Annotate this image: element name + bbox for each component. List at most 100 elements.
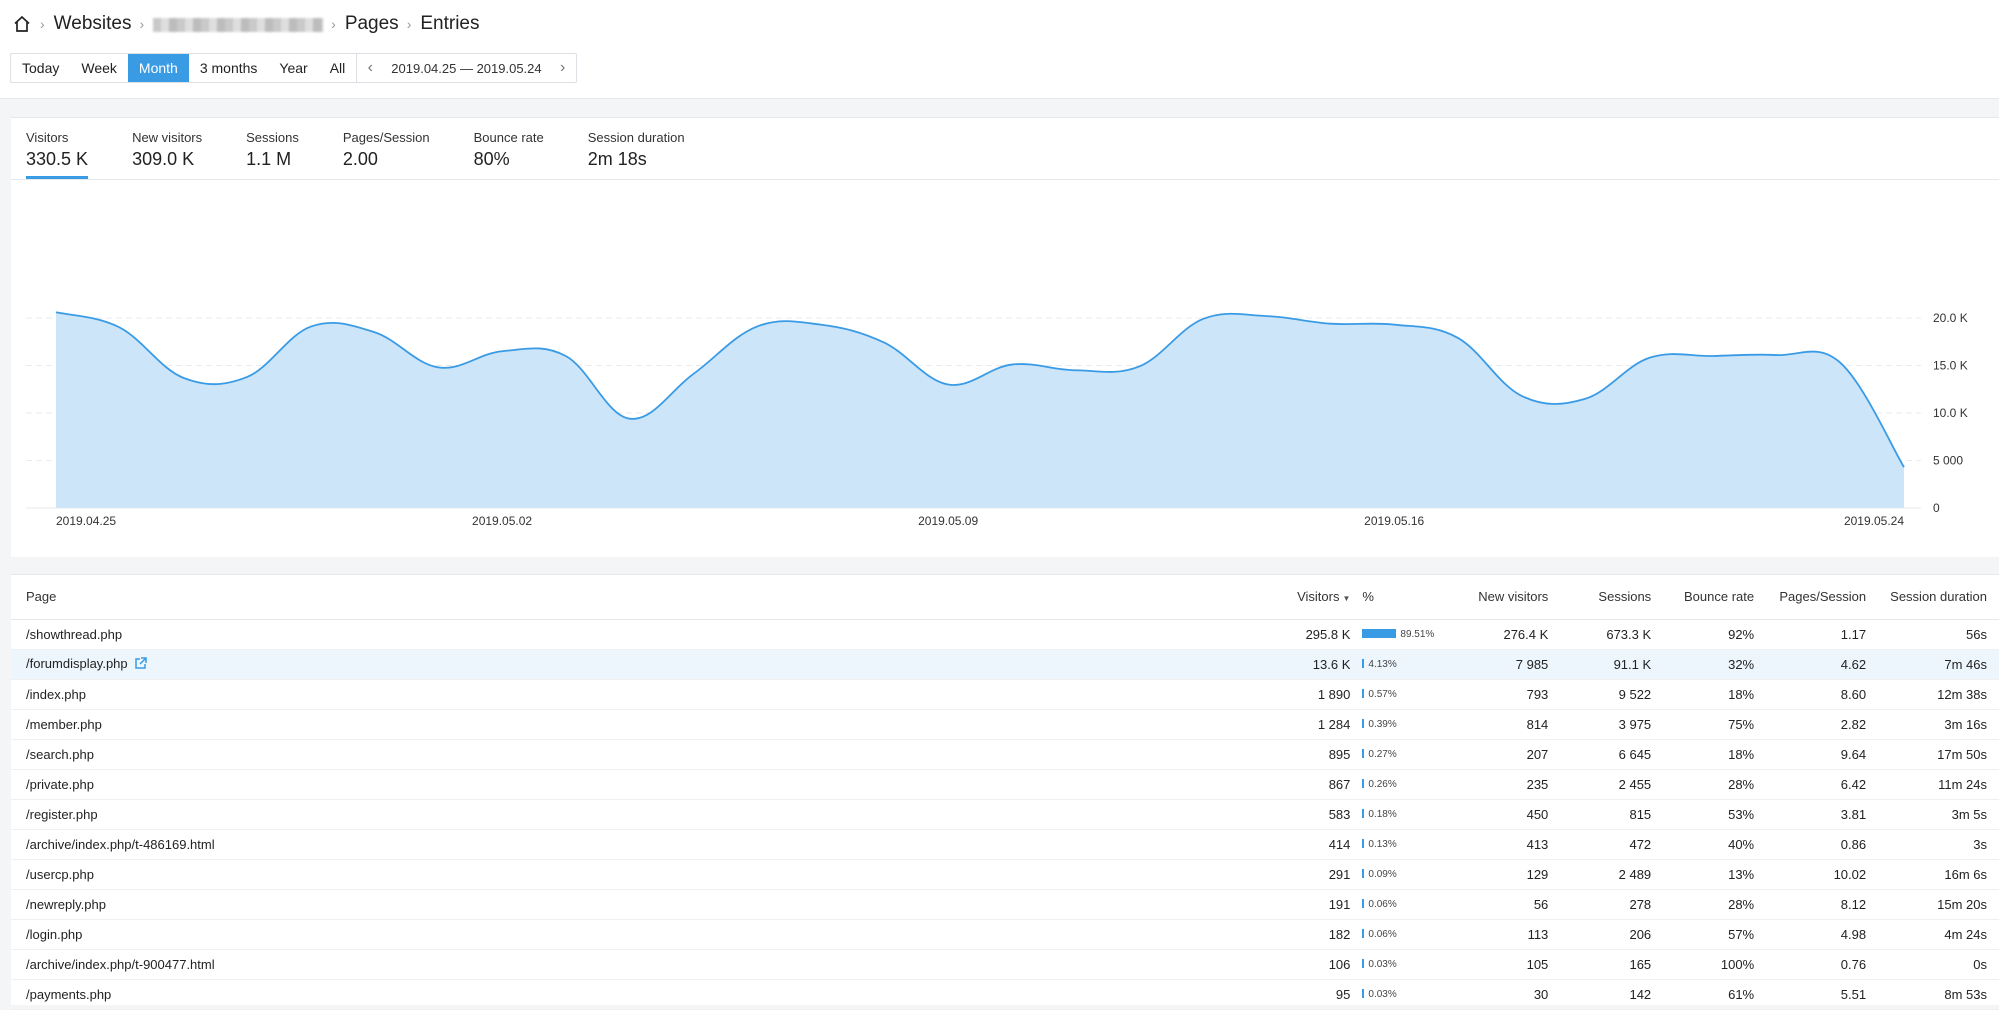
cell-page[interactable]: /login.php	[11, 919, 1276, 949]
table-row[interactable]: /showthread.php295.8 K89.51%276.4 K673.3…	[11, 619, 1999, 649]
page-link[interactable]: /archive/index.php/t-486169.html	[26, 837, 215, 852]
cell-percent: 0.57%	[1362, 679, 1456, 709]
metric-pages-session[interactable]: Pages/Session 2.00	[343, 130, 430, 178]
table-row[interactable]: /usercp.php2910.09%1292 48913%10.0216m 6…	[11, 859, 1999, 889]
period-year[interactable]: Year	[268, 54, 318, 82]
cell-pages-session: 1.17	[1766, 619, 1878, 649]
cell-page[interactable]: /archive/index.php/t-486169.html	[11, 829, 1276, 859]
col-percent[interactable]: %	[1362, 575, 1456, 619]
cell-new-visitors: 105	[1456, 949, 1560, 979]
table-row[interactable]: /search.php8950.27%2076 64518%9.6417m 50…	[11, 739, 1999, 769]
table-row[interactable]: /forumdisplay.php13.6 K4.13%7 98591.1 K3…	[11, 649, 1999, 679]
table-header-row: Page Visitors▼ % New visitors Sessions B…	[11, 575, 1999, 619]
cell-visitors: 583	[1276, 799, 1362, 829]
metric-label: Session duration	[588, 130, 685, 145]
metric-value: 2m 18s	[588, 149, 685, 170]
page-link[interactable]: /index.php	[26, 687, 86, 702]
table-row[interactable]: /archive/index.php/t-486169.html4140.13%…	[11, 829, 1999, 859]
metric-visitors[interactable]: Visitors 330.5 K	[26, 130, 88, 178]
period-month[interactable]: Month	[128, 54, 189, 82]
page-link[interactable]: /register.php	[26, 807, 98, 822]
chevron-left-icon[interactable]: ‹	[357, 59, 383, 77]
col-pages-session[interactable]: Pages/Session	[1766, 575, 1878, 619]
breadcrumb-websites[interactable]: Websites	[54, 13, 132, 35]
breadcrumb-site-redacted[interactable]	[153, 18, 323, 32]
table-row[interactable]: /archive/index.php/t-900477.html1060.03%…	[11, 949, 1999, 979]
page-link[interactable]: /newreply.php	[26, 897, 106, 912]
metric-session-duration[interactable]: Session duration 2m 18s	[588, 130, 685, 178]
cell-percent: 0.09%	[1362, 859, 1456, 889]
page-link[interactable]: /payments.php	[26, 987, 111, 1002]
cell-pages-session: 0.86	[1766, 829, 1878, 859]
breadcrumb: › Websites › › Pages › Entries	[12, 10, 480, 38]
page-link[interactable]: /search.php	[26, 747, 94, 762]
page-link[interactable]: /private.php	[26, 777, 94, 792]
table-row[interactable]: /register.php5830.18%45081553%3.813m 5s	[11, 799, 1999, 829]
external-link-icon[interactable]	[134, 657, 147, 673]
home-icon[interactable]	[12, 14, 32, 34]
table-row[interactable]: /index.php1 8900.57%7939 52218%8.6012m 3…	[11, 679, 1999, 709]
cell-page[interactable]: /member.php	[11, 709, 1276, 739]
period-3-months[interactable]: 3 months	[189, 54, 269, 82]
metric-sessions[interactable]: Sessions 1.1 M	[246, 130, 299, 178]
cell-page[interactable]: /showthread.php	[11, 619, 1276, 649]
cell-page[interactable]: /private.php	[11, 769, 1276, 799]
table-row[interactable]: /private.php8670.26%2352 45528%6.4211m 2…	[11, 769, 1999, 799]
page-link[interactable]: /showthread.php	[26, 627, 122, 642]
percent-text: 0.39%	[1368, 719, 1396, 730]
cell-page[interactable]: /forumdisplay.php	[11, 649, 1276, 679]
cell-sessions: 815	[1560, 799, 1663, 829]
period-today[interactable]: Today	[11, 54, 70, 82]
breadcrumb-pages[interactable]: Pages	[345, 13, 399, 35]
col-new-visitors[interactable]: New visitors	[1456, 575, 1560, 619]
metric-label: Visitors	[26, 130, 88, 145]
cell-page[interactable]: /newreply.php	[11, 889, 1276, 919]
date-range-nav: ‹ 2019.04.25 — 2019.05.24 ›	[356, 54, 575, 82]
col-visitors-label: Visitors	[1297, 589, 1339, 604]
cell-new-visitors: 814	[1456, 709, 1560, 739]
col-page[interactable]: Page	[11, 575, 1276, 619]
page-link[interactable]: /usercp.php	[26, 867, 94, 882]
percent-bar	[1362, 839, 1364, 848]
metric-label: Pages/Session	[343, 130, 430, 145]
col-session-duration[interactable]: Session duration	[1878, 575, 1999, 619]
col-bounce-rate[interactable]: Bounce rate	[1663, 575, 1766, 619]
metric-bounce-rate[interactable]: Bounce rate 80%	[474, 130, 544, 178]
cell-page[interactable]: /archive/index.php/t-900477.html	[11, 949, 1276, 979]
cell-sessions: 278	[1560, 889, 1663, 919]
cell-visitors: 895	[1276, 739, 1362, 769]
page-link[interactable]: /archive/index.php/t-900477.html	[26, 957, 215, 972]
cell-visitors: 291	[1276, 859, 1362, 889]
cell-page[interactable]: /usercp.php	[11, 859, 1276, 889]
period-week[interactable]: Week	[70, 54, 128, 82]
entries-table-panel: Page Visitors▼ % New visitors Sessions B…	[11, 574, 1999, 1005]
percent-bar	[1362, 959, 1364, 968]
table-row[interactable]: /newreply.php1910.06%5627828%8.1215m 20s	[11, 889, 1999, 919]
date-range[interactable]: 2019.04.25 — 2019.05.24	[383, 61, 549, 76]
period-all[interactable]: All	[319, 54, 357, 82]
x-tick-label: 2019.05.09	[918, 514, 978, 528]
cell-session-duration: 16m 6s	[1878, 859, 1999, 889]
table-row[interactable]: /member.php1 2840.39%8143 97575%2.823m 1…	[11, 709, 1999, 739]
page-link[interactable]: /forumdisplay.php	[26, 656, 128, 671]
chevron-right-icon[interactable]: ›	[550, 59, 576, 77]
cell-pages-session: 4.98	[1766, 919, 1878, 949]
metric-value: 2.00	[343, 149, 430, 170]
cell-page[interactable]: /index.php	[11, 679, 1276, 709]
col-visitors[interactable]: Visitors▼	[1276, 575, 1362, 619]
col-sessions[interactable]: Sessions	[1560, 575, 1663, 619]
cell-new-visitors: 113	[1456, 919, 1560, 949]
sort-desc-icon: ▼	[1342, 594, 1350, 603]
cell-bounce-rate: 13%	[1663, 859, 1766, 889]
table-row[interactable]: /login.php1820.06%11320657%4.984m 24s	[11, 919, 1999, 949]
percent-bar	[1362, 869, 1364, 878]
metric-new-visitors[interactable]: New visitors 309.0 K	[132, 130, 202, 178]
cell-bounce-rate: 28%	[1663, 769, 1766, 799]
cell-page[interactable]: /register.php	[11, 799, 1276, 829]
page-link[interactable]: /member.php	[26, 717, 102, 732]
cell-page[interactable]: /search.php	[11, 739, 1276, 769]
cell-bounce-rate: 75%	[1663, 709, 1766, 739]
cell-new-visitors: 129	[1456, 859, 1560, 889]
page-link[interactable]: /login.php	[26, 927, 82, 942]
cell-sessions: 673.3 K	[1560, 619, 1663, 649]
